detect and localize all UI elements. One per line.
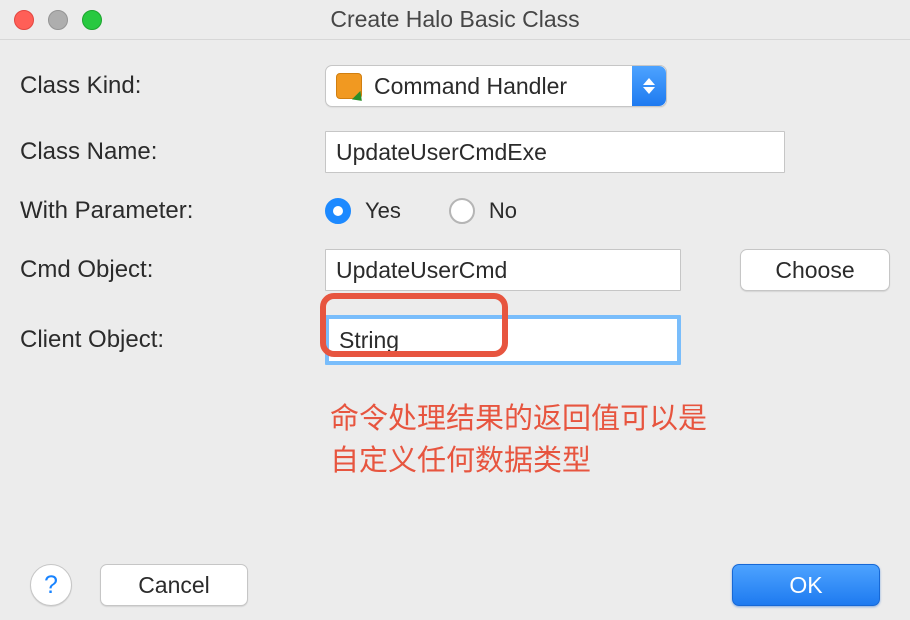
handler-icon	[336, 73, 362, 99]
traffic-lights	[14, 10, 102, 30]
choose-button[interactable]: Choose	[740, 249, 890, 291]
annotation-text: 命令处理结果的返回值可以是 自定义任何数据类型	[330, 398, 707, 482]
label-class-kind: Class Kind:	[20, 72, 325, 100]
radio-yes-label: Yes	[365, 198, 401, 224]
row-cmd-object: Cmd Object: UpdateUserCmd Choose	[20, 249, 890, 291]
ok-button[interactable]: OK	[732, 564, 880, 606]
label-with-parameter: With Parameter:	[20, 197, 325, 225]
cmd-object-input[interactable]: UpdateUserCmd	[325, 249, 681, 291]
radio-no[interactable]: No	[449, 198, 517, 224]
radio-icon-unchecked	[449, 198, 475, 224]
radio-yes[interactable]: Yes	[325, 198, 401, 224]
minimize-icon	[48, 10, 68, 30]
titlebar: Create Halo Basic Class	[0, 0, 910, 40]
label-class-name: Class Name:	[20, 138, 325, 166]
class-name-input[interactable]: UpdateUserCmdExe	[325, 131, 785, 173]
annotation-line1: 命令处理结果的返回值可以是	[330, 398, 707, 440]
row-with-parameter: With Parameter: Yes No	[20, 197, 890, 225]
maximize-icon[interactable]	[82, 10, 102, 30]
close-icon[interactable]	[14, 10, 34, 30]
label-cmd-object: Cmd Object:	[20, 256, 325, 284]
row-class-kind: Class Kind: Command Handler	[20, 65, 890, 107]
radio-icon-checked	[325, 198, 351, 224]
annotation-line2: 自定义任何数据类型	[330, 440, 707, 482]
help-button[interactable]: ?	[30, 564, 72, 606]
updown-icon[interactable]	[632, 66, 666, 106]
window-title: Create Halo Basic Class	[12, 6, 898, 33]
label-client-object: Client Object:	[20, 326, 325, 354]
class-kind-value: Command Handler	[374, 73, 567, 100]
row-class-name: Class Name: UpdateUserCmdExe	[20, 131, 890, 173]
client-object-input[interactable]: String	[325, 315, 681, 365]
cancel-button[interactable]: Cancel	[100, 564, 248, 606]
row-client-object: Client Object: String	[20, 315, 890, 365]
dialog-footer: ? Cancel OK	[0, 564, 910, 606]
dialog-content: Class Kind: Command Handler Class Name: …	[0, 40, 910, 365]
radio-no-label: No	[489, 198, 517, 224]
class-kind-dropdown[interactable]: Command Handler	[325, 65, 667, 107]
